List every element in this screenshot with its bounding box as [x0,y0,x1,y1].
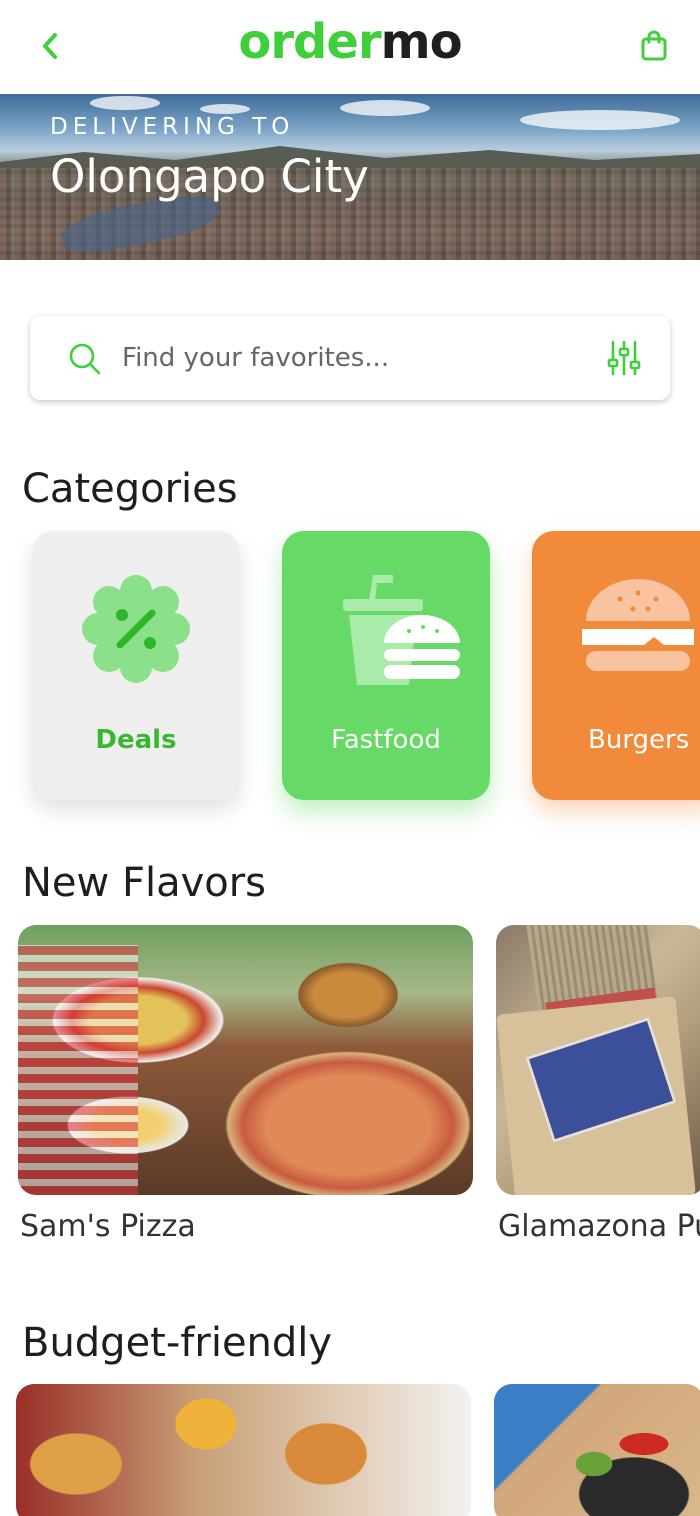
sliders-icon[interactable] [604,338,644,378]
restaurant-card-sams-pizza[interactable]: Sam's Pizza [18,925,473,1245]
shopping-bag-icon [641,30,667,61]
categories-heading: Categories [22,466,238,512]
budget-friendly-heading: Budget-friendly [22,1320,333,1366]
restaurant-card-glamazona[interactable]: Glamazona Pu [496,925,700,1245]
restaurant-name: Sam's Pizza [20,1209,196,1244]
cart-button[interactable] [632,24,676,68]
restaurant-image [16,1384,471,1516]
new-flavors-heading: New Flavors [22,860,267,906]
logo-part-mo: mo [380,14,463,70]
search-icon [69,343,101,375]
search-input[interactable] [122,336,582,380]
delivery-city: Olongapo City [50,150,369,203]
restaurant-image [18,925,473,1195]
restaurant-image [494,1384,700,1516]
category-icon-wrap [282,569,490,689]
category-deals[interactable]: Deals [32,531,240,800]
banner-cloud [200,104,250,114]
restaurant-image [496,925,700,1195]
category-label: Fastfood [331,725,441,755]
category-label: Deals [95,725,177,755]
restaurant-name: Glamazona Pu [498,1209,700,1244]
category-icon-wrap [32,569,240,689]
tablecloth-decoration [18,945,138,1195]
discount-badge-icon [82,575,190,683]
banner-cloud [90,96,160,110]
delivery-location-banner[interactable]: DELIVERING TO Olongapo City [0,94,700,260]
restaurant-card-sizzling[interactable] [494,1384,700,1516]
drink-burger-icon [343,575,460,685]
banner-cloud [520,110,680,130]
search-bar [30,316,670,400]
category-fastfood[interactable]: Fastfood [282,531,490,800]
app-logo: ordermo [0,14,700,70]
category-label: Burgers [588,725,690,755]
banner-cloud [340,100,430,116]
burger-icon [582,579,694,671]
category-icon-wrap [532,569,700,689]
delivering-to-label: DELIVERING TO [50,114,295,140]
category-burgers[interactable]: Burgers [532,531,700,800]
top-bar: ordermo [0,0,700,94]
logo-part-order: order [238,14,381,70]
restaurant-card-chicken[interactable] [16,1384,471,1516]
